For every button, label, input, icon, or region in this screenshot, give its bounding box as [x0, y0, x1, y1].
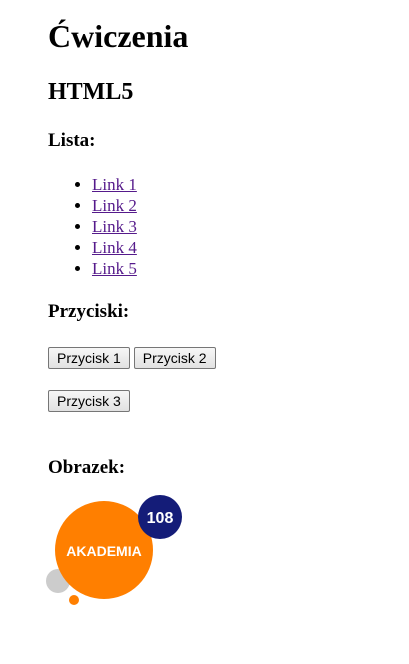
page-title: Ćwiczenia — [48, 18, 189, 54]
page-subtitle: HTML5 — [48, 79, 134, 105]
przycisk-2-button[interactable]: Przycisk 2 — [133, 347, 216, 369]
list-item: Link 2 — [92, 195, 409, 216]
list-item: Link 3 — [92, 216, 409, 237]
button-row-1: Przycisk 1 Przycisk 2 — [48, 347, 409, 369]
button-row-2: Przycisk 3 — [48, 390, 409, 412]
logo-small-orange-dot — [69, 595, 79, 605]
logo-text: AKADEMIA — [66, 543, 141, 559]
link-2[interactable]: Link 2 — [92, 196, 137, 215]
link-4[interactable]: Link 4 — [92, 238, 137, 257]
link-3[interactable]: Link 3 — [92, 217, 137, 236]
logo-number: 108 — [147, 510, 174, 527]
link-5[interactable]: Link 5 — [92, 259, 137, 278]
przycisk-1-button[interactable]: Przycisk 1 — [48, 347, 130, 369]
buttons-heading: Przyciski: — [48, 301, 130, 322]
page: Ćwiczenia HTML5 Lista: Link 1 Link 2 Lin… — [0, 0, 409, 664]
akademia-108-logo: 108 AKADEMIA — [46, 495, 182, 605]
image-heading: Obrazek: — [48, 457, 126, 478]
przycisk-3-button[interactable]: Przycisk 3 — [48, 390, 130, 412]
list-item: Link 1 — [92, 174, 409, 195]
list-heading: Lista: — [48, 130, 96, 151]
link-1[interactable]: Link 1 — [92, 175, 137, 194]
list-item: Link 5 — [92, 258, 409, 279]
link-list: Link 1 Link 2 Link 3 Link 4 Link 5 — [48, 174, 409, 279]
list-item: Link 4 — [92, 237, 409, 258]
